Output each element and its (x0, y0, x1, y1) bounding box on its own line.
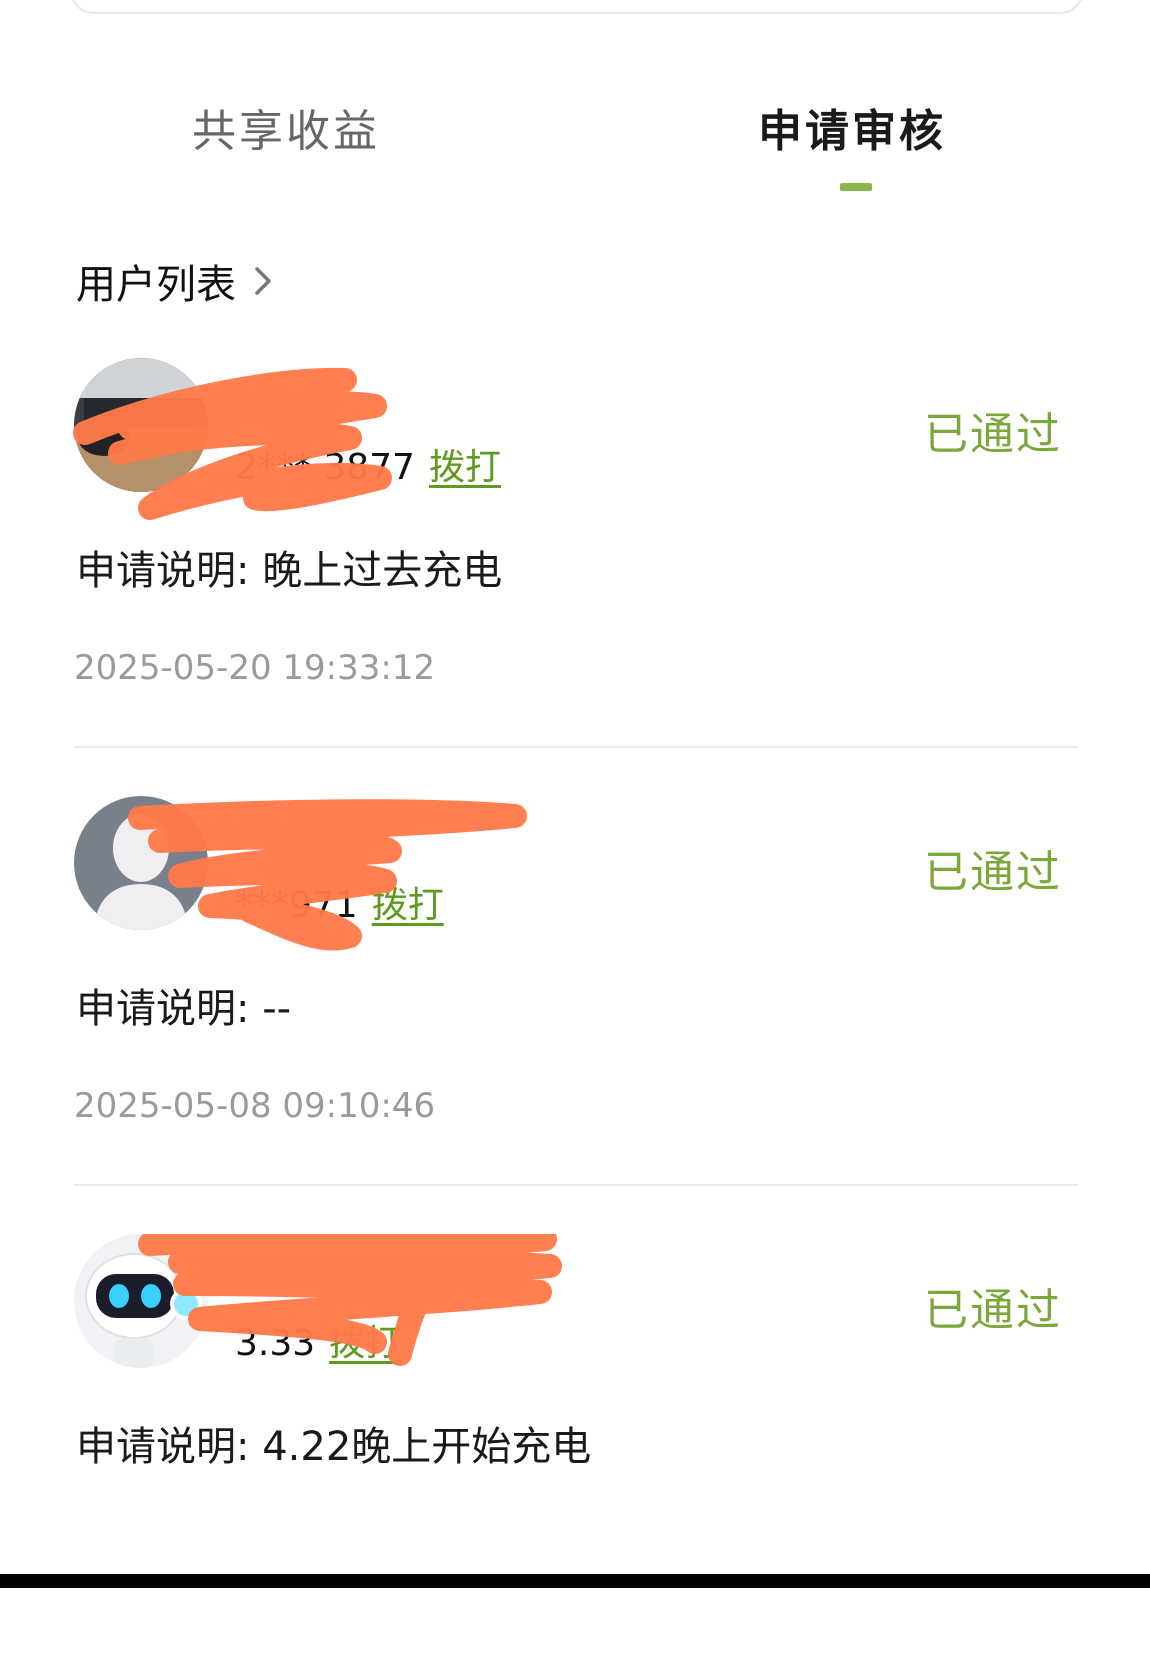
active-tab-indicator (840, 183, 872, 191)
description-label: 申请说明: (76, 548, 250, 594)
car-interior-avatar (74, 358, 208, 492)
chevron-right-icon (255, 267, 271, 295)
list-item: ***971 拨打 已通过 申请说明: -- 2025-05-08 09:10:… (0, 796, 1150, 1236)
tab-bar: 共享收益 申请审核 (0, 95, 1150, 205)
description-value: -- (262, 986, 292, 1032)
dial-button[interactable]: 拨打 (329, 1314, 401, 1366)
tab-shared-earnings[interactable]: 共享收益 (192, 95, 380, 159)
phone-number: 3.33 (235, 1323, 316, 1364)
system-nav-bar (0, 1574, 1150, 1588)
section-title: 用户列表 (76, 262, 236, 308)
timestamp: 2025-05-08 09:10:46 (74, 1086, 436, 1126)
default-person-avatar (74, 796, 208, 930)
dial-button[interactable]: 拨打 (429, 438, 501, 490)
user-list-link[interactable]: 用户列表 (76, 252, 274, 310)
user-phone: ***971 拨打 (235, 876, 444, 928)
phone-number: 2*** 3877 (235, 447, 415, 488)
search-card (70, 0, 1084, 14)
timestamp: 2025-05-20 19:33:12 (74, 648, 436, 688)
description-label: 申请说明: (76, 1424, 250, 1470)
divider (74, 746, 1078, 748)
description-value: 晚上过去充电 (262, 548, 503, 594)
application-description: 申请说明: 晚上过去充电 (76, 538, 502, 596)
user-phone: 2*** 3877 拨打 (235, 438, 501, 490)
divider (74, 1184, 1078, 1186)
status-badge: 已通过 (924, 847, 1062, 898)
status-badge: 已通过 (924, 1285, 1062, 1336)
robot-avatar (74, 1234, 208, 1368)
phone-number: ***971 (235, 885, 358, 926)
tab-application-review[interactable]: 申请审核 (758, 95, 946, 159)
application-description: 申请说明: -- (76, 976, 291, 1034)
list-item: 3.33 拨打 已通过 申请说明: 4.22晚上开始充电 (0, 1234, 1150, 1674)
status-badge: 已通过 (924, 409, 1062, 460)
list-item: 2*** 3877 拨打 已通过 申请说明: 晚上过去充电 2025-05-20… (0, 358, 1150, 798)
description-label: 申请说明: (76, 986, 250, 1032)
dial-button[interactable]: 拨打 (372, 876, 444, 928)
description-value: 4.22晚上开始充电 (262, 1424, 592, 1470)
user-phone: 3.33 拨打 (235, 1314, 401, 1366)
application-description: 申请说明: 4.22晚上开始充电 (76, 1414, 591, 1472)
